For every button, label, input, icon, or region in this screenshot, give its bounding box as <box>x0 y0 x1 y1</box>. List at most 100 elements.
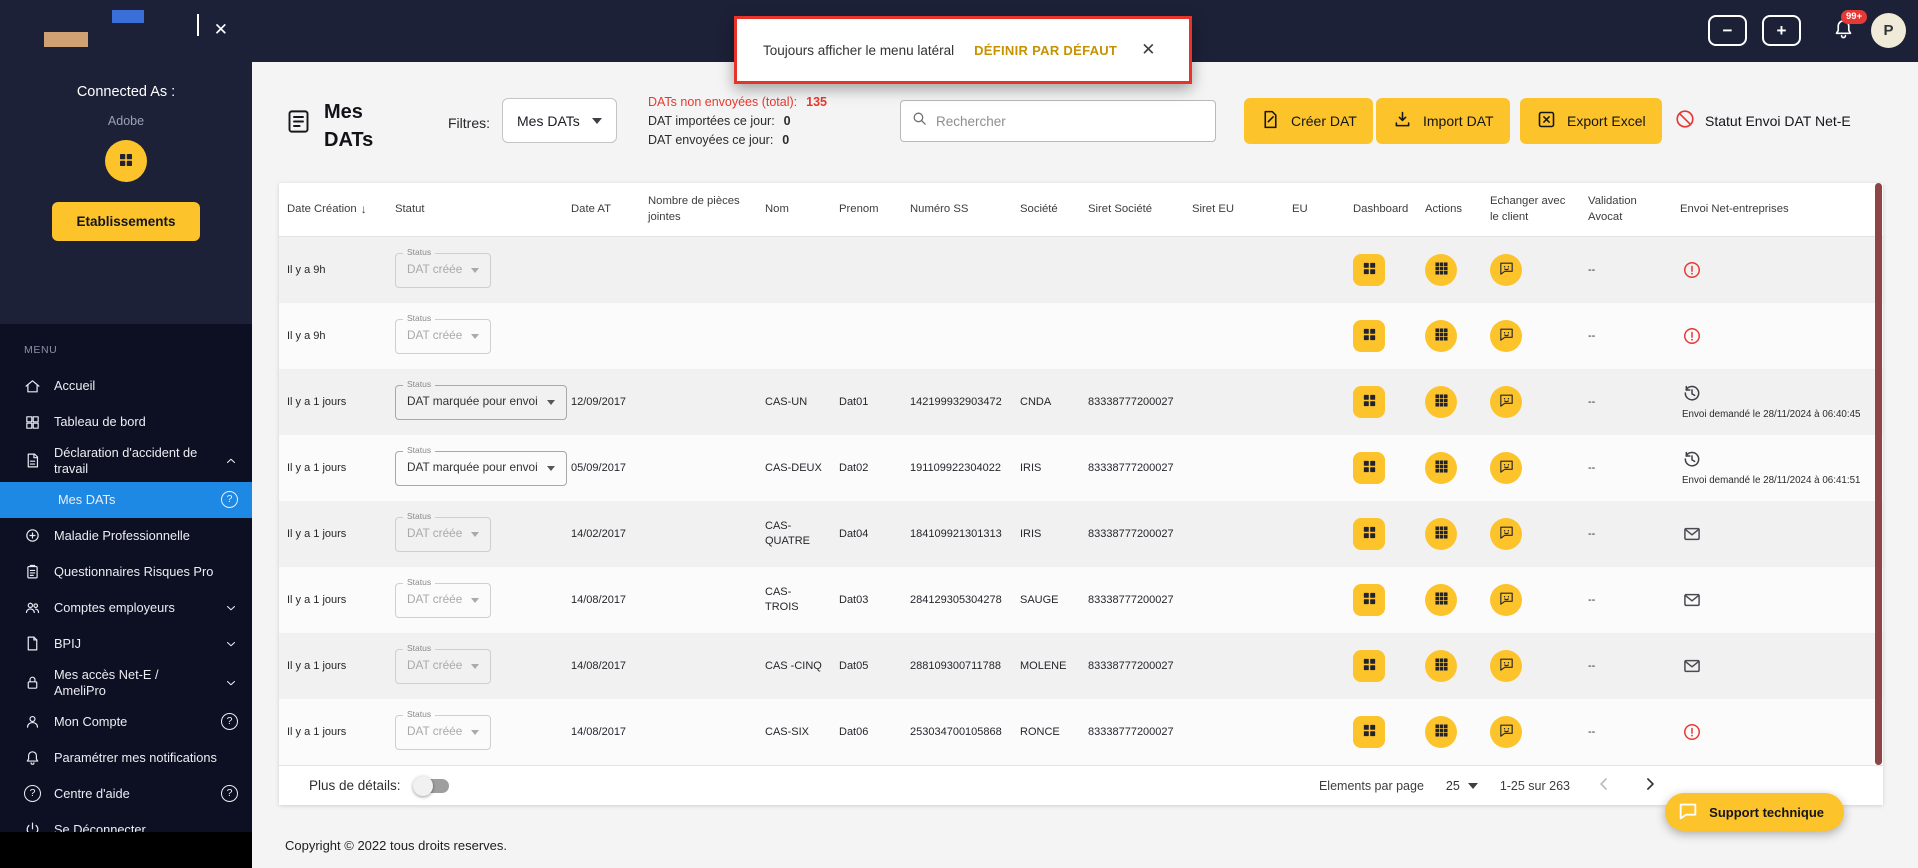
status-dropdown[interactable]: Status DAT créée <box>395 510 492 552</box>
logo-divider <box>197 14 199 36</box>
status-dropdown[interactable]: Status DAT créée <box>395 246 492 288</box>
grid-icon <box>1361 722 1378 742</box>
zoom-in-button[interactable]: + <box>1762 15 1801 46</box>
table-scrollbar[interactable] <box>1875 183 1882 765</box>
actions-button[interactable] <box>1425 650 1457 682</box>
actions-button[interactable] <box>1425 452 1457 484</box>
envoi-error-icon[interactable] <box>1682 260 1702 280</box>
chat-client-button[interactable] <box>1490 716 1522 748</box>
topbar: Toujours afficher le menu latéral DÉFINI… <box>252 0 1918 84</box>
per-page-dropdown[interactable]: 25 <box>1446 779 1478 793</box>
dashboard-button[interactable] <box>1353 254 1385 286</box>
actions-button[interactable] <box>1425 320 1457 352</box>
sidebar-item-bpij[interactable]: BPIJ <box>0 626 252 662</box>
topbar-controls: − + 99+ P <box>1708 9 1906 48</box>
cell-echanger-client <box>1482 584 1580 616</box>
chat-client-button[interactable] <box>1490 386 1522 418</box>
caret-down-icon <box>471 333 480 339</box>
cell-envoi-net-entreprises <box>1672 656 1883 676</box>
chat-client-button[interactable] <box>1490 584 1522 616</box>
actions-button[interactable] <box>1425 518 1457 550</box>
envoi-mail-icon[interactable] <box>1682 656 1702 676</box>
envoi-error-icon[interactable] <box>1682 722 1702 742</box>
actions-button[interactable] <box>1425 716 1457 748</box>
actions-button[interactable] <box>1425 254 1457 286</box>
envoi-history-icon[interactable] <box>1682 383 1702 403</box>
support-button[interactable]: Support technique <box>1665 793 1844 831</box>
envoi-mail-icon[interactable] <box>1682 524 1702 544</box>
sidebar-item-declaration-accident[interactable]: Déclaration d'accident de travail <box>0 440 252 482</box>
sidebar-item-comptes-employeurs[interactable]: Comptes employeurs <box>0 590 252 626</box>
notifications-button[interactable]: 99+ <box>1830 9 1868 44</box>
column-numero-ss: Numéro SS <box>910 202 969 215</box>
sidebar-item-mes-dats[interactable]: Mes DATs ? <box>0 481 252 518</box>
envoi-history-icon[interactable] <box>1682 449 1702 469</box>
set-default-button[interactable]: DÉFINIR PAR DÉFAUT <box>974 43 1117 58</box>
apps-grid-icon <box>1433 326 1450 346</box>
cell-numero-ss: 142199932903472 <box>910 395 1002 408</box>
zoom-out-button[interactable]: − <box>1708 15 1747 46</box>
filter-dropdown[interactable]: Mes DATs <box>502 98 617 143</box>
sidebar-item-acces-nete-amelipro[interactable]: Mes accès Net-E / AmeliPro <box>0 662 252 704</box>
chat-client-button[interactable] <box>1490 518 1522 550</box>
table-body: Il y a 9h Status DAT créée -- Il y a 9h … <box>279 237 1883 765</box>
cell-numero-ss: 184109921301313 <box>910 527 1002 540</box>
establishments-button[interactable]: Etablissements <box>52 202 200 241</box>
envoi-mail-icon[interactable] <box>1682 590 1702 610</box>
chat-client-button[interactable] <box>1490 254 1522 286</box>
actions-button[interactable] <box>1425 584 1457 616</box>
toast-close-button[interactable]: ✕ <box>1141 40 1155 60</box>
cell-nom: CAS-DEUX <box>765 461 822 474</box>
details-toggle[interactable] <box>412 775 449 796</box>
dashboard-button[interactable] <box>1353 452 1385 484</box>
sidebar-item-mon-compte[interactable]: Mon Compte ? <box>0 704 252 740</box>
column-actions: Actions <box>1425 202 1463 215</box>
dashboard-button[interactable] <box>1353 716 1385 748</box>
sidebar-close-button[interactable]: ✕ <box>214 20 228 40</box>
chat-client-button[interactable] <box>1490 650 1522 682</box>
prev-page-button[interactable] <box>1592 772 1616 799</box>
status-dropdown[interactable]: Status DAT marquée pour envoi <box>395 378 567 420</box>
cell-validation-avocat: -- <box>1588 329 1596 342</box>
search-input[interactable] <box>936 113 1205 129</box>
help-icon[interactable]: ? <box>221 491 238 509</box>
actions-button[interactable] <box>1425 386 1457 418</box>
chevron-right-icon <box>1640 774 1660 797</box>
envoi-error-icon[interactable] <box>1682 326 1702 346</box>
sidebar-item-centre-aide[interactable]: ? Centre d'aide ? <box>0 776 252 812</box>
import-dat-button[interactable]: Import DAT <box>1376 98 1510 144</box>
cell-actions <box>1417 716 1482 748</box>
chat-client-button[interactable] <box>1490 452 1522 484</box>
dashboard-button[interactable] <box>1353 518 1385 550</box>
create-dat-button[interactable]: Créer DAT <box>1244 98 1373 144</box>
dashboard-button[interactable] <box>1353 650 1385 682</box>
column-date-creation[interactable]: Date Création ↓ <box>279 201 387 217</box>
help-icon[interactable]: ? <box>221 785 238 803</box>
organization-grid-button[interactable] <box>105 140 147 182</box>
chat-client-button[interactable] <box>1490 320 1522 352</box>
sidebar-item-tableau-de-bord[interactable]: Tableau de bord <box>0 404 252 440</box>
sidebar-item-maladie-professionnelle[interactable]: Maladie Professionnelle <box>0 518 252 554</box>
cell-envoi-net-entreprises: Envoi demandé le 28/11/2024 à 06:41:51 <box>1672 449 1883 487</box>
dashboard-button[interactable] <box>1353 386 1385 418</box>
status-dropdown[interactable]: Status DAT créée <box>395 642 492 684</box>
export-excel-button[interactable]: Export Excel <box>1520 98 1662 144</box>
chat-smiley-icon <box>1498 260 1515 280</box>
cell-validation-avocat: -- <box>1588 461 1596 474</box>
status-dropdown[interactable]: Status DAT créée <box>395 576 492 618</box>
dashboard-button[interactable] <box>1353 584 1385 616</box>
sidebar-item-accueil[interactable]: Accueil <box>0 368 252 404</box>
status-dropdown[interactable]: Status DAT créée <box>395 708 492 750</box>
compose-icon <box>1260 109 1281 133</box>
help-icon[interactable]: ? <box>221 713 238 731</box>
sidebar-item-parametrer-notifications[interactable]: Paramétrer mes notifications <box>0 740 252 776</box>
dashboard-button[interactable] <box>1353 320 1385 352</box>
sidebar-item-questionnaires-risques[interactable]: Questionnaires Risques Pro <box>0 554 252 590</box>
grid-icon <box>1361 260 1378 280</box>
status-dropdown[interactable]: Status DAT marquée pour envoi <box>395 444 567 486</box>
statut-envoi-button[interactable]: Statut Envoi DAT Net-E <box>1674 108 1851 133</box>
next-page-button[interactable] <box>1638 772 1662 799</box>
cell-echanger-client <box>1482 452 1580 484</box>
status-dropdown[interactable]: Status DAT créée <box>395 312 492 354</box>
avatar[interactable]: P <box>1871 13 1906 48</box>
